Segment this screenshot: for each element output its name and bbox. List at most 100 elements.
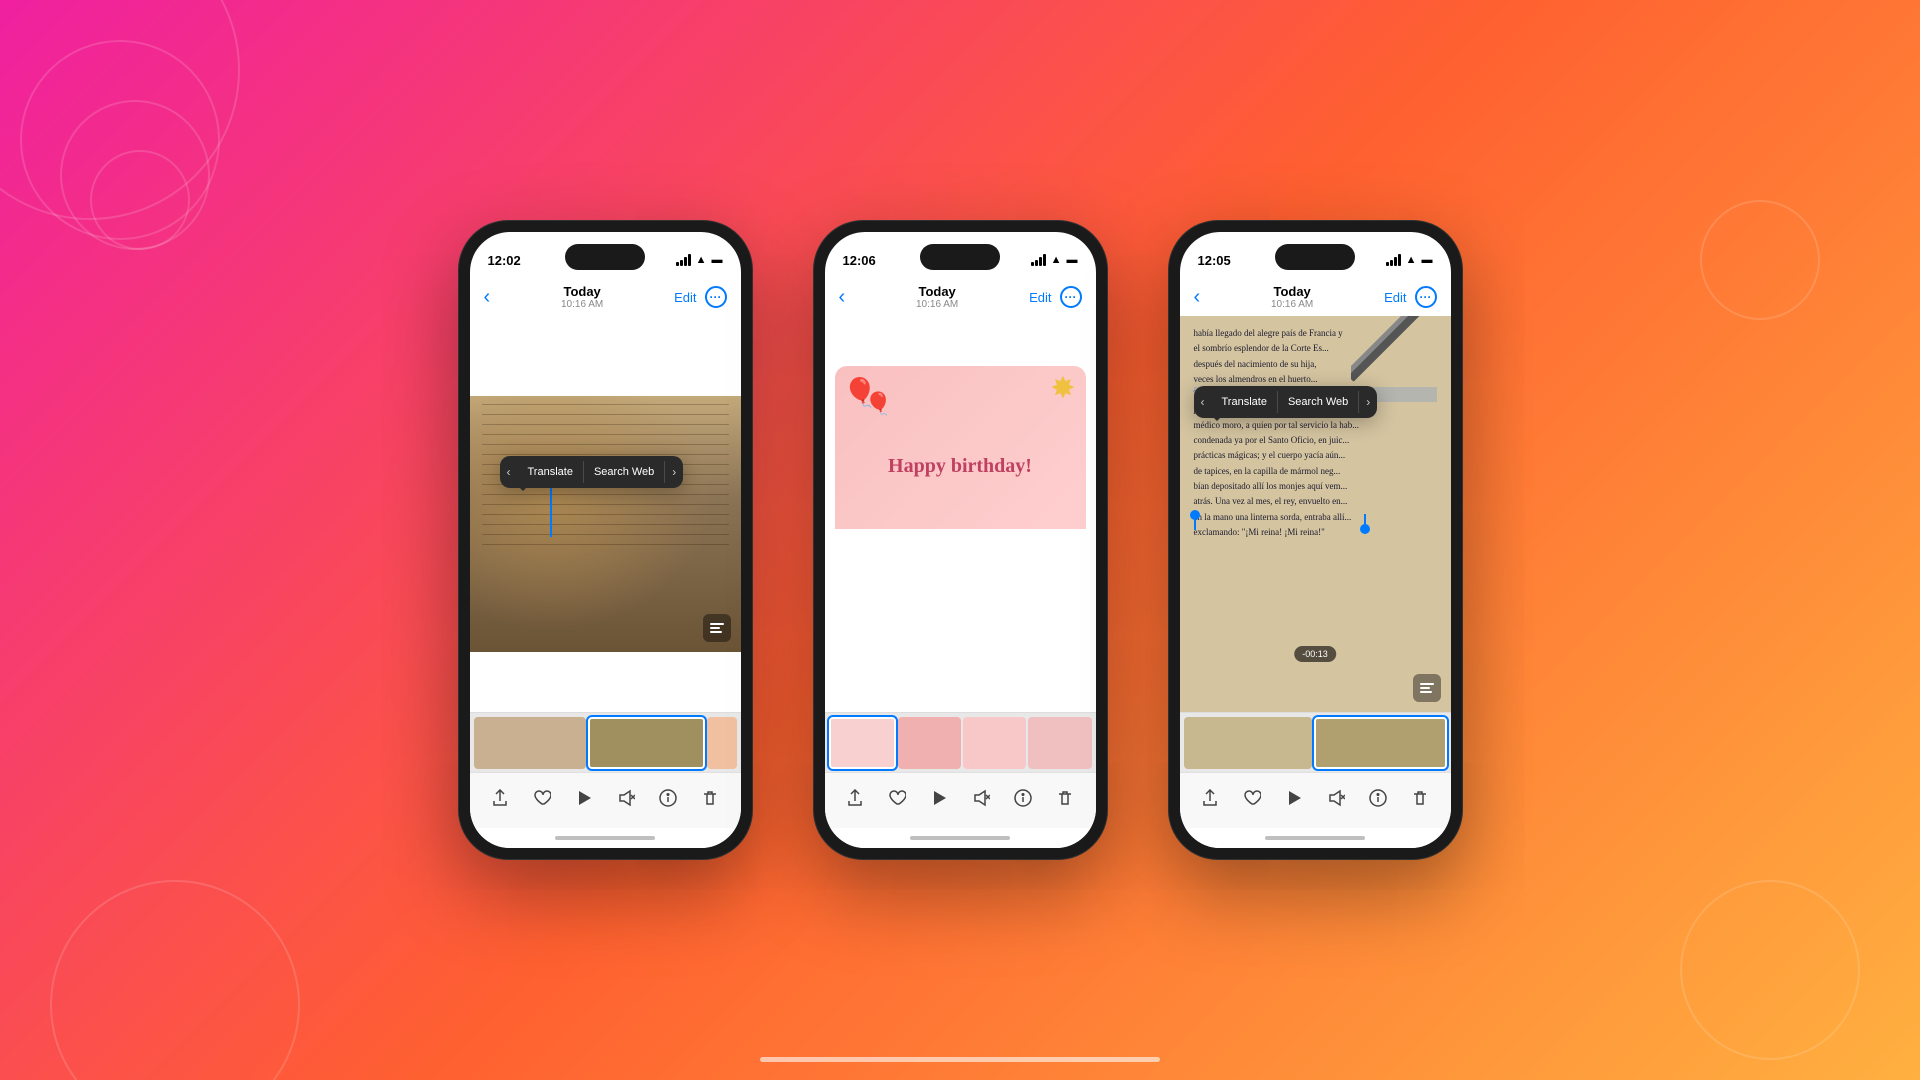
book-line-13: exclamando: "¡Mi reina! ¡Mi reina!": [1194, 525, 1437, 540]
wifi-icon-3: ▲: [1406, 254, 1417, 266]
mute-icon-3[interactable]: [1327, 789, 1345, 812]
time-2: 12:06: [843, 253, 876, 268]
book-line-10: bían depositado allí los monjes aquí vem…: [1194, 479, 1437, 494]
edit-button-3[interactable]: Edit: [1384, 290, 1406, 305]
book-lines-1: [470, 396, 741, 652]
back-button-2[interactable]: ‹: [839, 286, 846, 309]
more-button-2[interactable]: ···: [1060, 286, 1082, 308]
menu-right-arrow-3[interactable]: ›: [1359, 390, 1377, 414]
filmstrip-thumb-2a[interactable]: [829, 717, 896, 769]
pen-corner-3: [1351, 316, 1451, 396]
search-web-button-3[interactable]: Search Web: [1278, 391, 1359, 413]
mute-icon-2[interactable]: [972, 789, 990, 812]
translate-button-3[interactable]: Translate: [1212, 391, 1278, 413]
back-button-3[interactable]: ‹: [1194, 286, 1201, 309]
white-below-card-2: [825, 529, 1096, 712]
filmstrip-thumb-3a[interactable]: [1184, 717, 1313, 769]
nav-bar-1: ‹ Today 10:16 AM Edit ···: [470, 282, 741, 316]
translate-menu-3: ‹ Translate Search Web ›: [1194, 386, 1378, 418]
starburst: ✸: [1050, 371, 1075, 406]
pen-svg: [1351, 316, 1451, 396]
book-line-6: médico moro, a quien por tal servicio la…: [1194, 418, 1437, 433]
live-text-icon-3[interactable]: [1413, 674, 1441, 702]
phone-2: 12:06 ▲ ▬ ‹ Today 10:16 AM: [813, 220, 1108, 860]
cursor-bottom-right-3: [1360, 524, 1370, 534]
home-bar-3: [1265, 836, 1365, 840]
info-icon-1[interactable]: [659, 789, 677, 812]
back-button-1[interactable]: ‹: [484, 286, 491, 309]
content-area-2: 🎈 🎈 ✸: [825, 316, 1096, 772]
phone-3-screen: 12:05 ▲ ▬ ‹ Today 10:16 AM: [1180, 232, 1451, 848]
balloon-green: 🎈: [843, 376, 878, 409]
dynamic-island-3: [1275, 244, 1355, 270]
play-icon-1[interactable]: [575, 789, 593, 812]
filmstrip-thumb-2d[interactable]: [1028, 717, 1091, 769]
cursor-top-left-3: [1190, 510, 1200, 520]
nav-title-2: Today 10:16 AM: [916, 284, 958, 310]
book-line-11: atrás. Una vez al mes, el rey, envuelto …: [1194, 494, 1437, 509]
status-icons-3: ▲ ▬: [1386, 254, 1433, 266]
heart-icon-3[interactable]: [1243, 789, 1261, 812]
filmstrip-thumb-3b[interactable]: [1314, 717, 1447, 769]
heart-icon-2[interactable]: [888, 789, 906, 812]
white-bottom-1: [470, 652, 741, 712]
share-icon-2[interactable]: [846, 789, 864, 812]
trash-icon-2[interactable]: [1056, 789, 1074, 812]
nav-bar-2: ‹ Today 10:16 AM Edit ···: [825, 282, 1096, 316]
toolbar-3: [1180, 772, 1451, 828]
balloon-red: 🎈: [865, 391, 892, 417]
info-icon-3[interactable]: [1369, 789, 1387, 812]
trash-icon-3[interactable]: [1411, 789, 1429, 812]
book-text-area-3: había llegado del alegre país de Francia…: [1180, 316, 1451, 712]
filmstrip-thumb-1a[interactable]: [474, 717, 587, 769]
book-line-8: prácticas mágicas; y el cuerpo yacía aún…: [1194, 448, 1437, 463]
nav-title-1: Today 10:16 AM: [561, 284, 603, 310]
info-icon-2[interactable]: [1014, 789, 1032, 812]
home-indicator-3: [1180, 828, 1451, 848]
share-icon-1[interactable]: [491, 789, 509, 812]
status-icons-2: ▲ ▬: [1031, 254, 1078, 266]
home-indicator-1: [470, 828, 741, 848]
time-1: 12:02: [488, 253, 521, 268]
wifi-icon-2: ▲: [1051, 254, 1062, 266]
phones-container: 12:02 ▲ ▬ ‹ Today 10:16 AM: [458, 220, 1463, 860]
edit-button-2[interactable]: Edit: [1029, 290, 1051, 305]
birthday-card: 🎈 🎈 ✸: [835, 366, 1086, 529]
phone-1-screen: 12:02 ▲ ▬ ‹ Today 10:16 AM: [470, 232, 741, 848]
nav-title-3: Today 10:16 AM: [1271, 284, 1313, 310]
timer-badge-3: -00:13: [1294, 646, 1336, 662]
book-image-1: ‹ Translate Search Web ›: [470, 396, 741, 652]
home-indicator-2: [825, 828, 1096, 848]
filmstrip-thumb-2b[interactable]: [898, 717, 961, 769]
nav-actions-3: Edit ···: [1384, 286, 1436, 308]
trash-icon-1[interactable]: [701, 789, 719, 812]
play-icon-2[interactable]: [930, 789, 948, 812]
live-text-icon-1[interactable]: [703, 614, 731, 642]
menu-right-arrow-1[interactable]: ›: [665, 460, 683, 484]
filmstrip-thumb-1b[interactable]: [588, 717, 705, 769]
birthday-decorations: 🎈 🎈 ✸: [835, 366, 1086, 529]
share-icon-3[interactable]: [1201, 789, 1219, 812]
dynamic-island-2: [920, 244, 1000, 270]
play-icon-3[interactable]: [1285, 789, 1303, 812]
filmstrip-thumb-2c[interactable]: [963, 717, 1026, 769]
menu-left-arrow-1[interactable]: ‹: [500, 460, 518, 484]
search-web-button-1[interactable]: Search Web: [584, 461, 665, 483]
toolbar-2: [825, 772, 1096, 828]
menu-left-arrow-3[interactable]: ‹: [1194, 390, 1212, 414]
mute-icon-1[interactable]: [617, 789, 635, 812]
more-button-1[interactable]: ···: [705, 286, 727, 308]
nav-actions-1: Edit ···: [674, 286, 726, 308]
more-button-3[interactable]: ···: [1415, 286, 1437, 308]
book-line-7: condenada ya por el Santo Oficio, en jui…: [1194, 433, 1437, 448]
filmstrip-thumb-1c[interactable]: [707, 717, 737, 769]
heart-icon-1[interactable]: [533, 789, 551, 812]
wifi-icon-1: ▲: [696, 254, 707, 266]
translate-button-1[interactable]: Translate: [518, 461, 584, 483]
time-3: 12:05: [1198, 253, 1231, 268]
signal-2: [1031, 254, 1046, 266]
text-cursor-left-3: [1194, 514, 1196, 530]
battery-icon-1: ▬: [712, 254, 723, 266]
birthday-text-wrapper: Happy birthday!: [888, 454, 1032, 478]
edit-button-1[interactable]: Edit: [674, 290, 696, 305]
